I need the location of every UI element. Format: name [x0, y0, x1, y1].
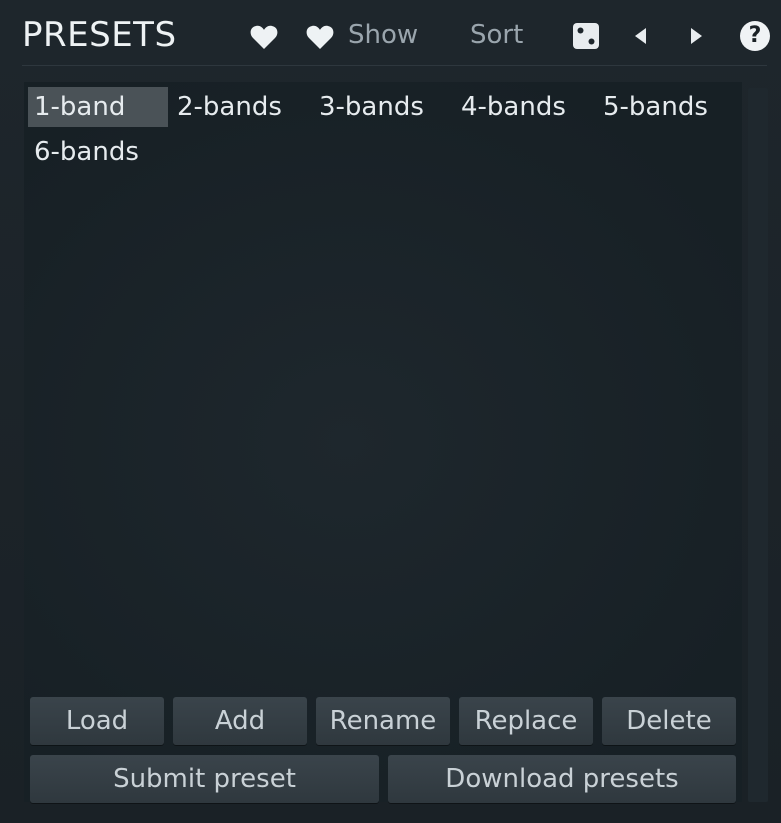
preset-list[interactable] [24, 82, 742, 802]
preset-list-scrollbar[interactable] [748, 88, 768, 802]
delete-button[interactable]: Delete [602, 697, 736, 745]
help-symbol: ? [748, 23, 762, 48]
preset-item-4-bands[interactable]: 4-bands [455, 87, 572, 127]
header-divider [22, 65, 767, 66]
download-presets-button[interactable]: Download presets [388, 755, 736, 803]
add-button[interactable]: Add [173, 697, 307, 745]
preset-item-2-bands[interactable]: 2-bands [171, 87, 288, 127]
show-favorites-button[interactable]: Show [304, 17, 424, 53]
panel-title: PRESETS [22, 15, 177, 55]
load-button[interactable]: Load [30, 697, 164, 745]
help-icon[interactable]: ? [740, 21, 770, 51]
triangle-left-icon[interactable] [633, 27, 647, 45]
heart-icon [306, 25, 334, 49]
heart-icon[interactable] [250, 24, 278, 50]
dice-icon[interactable] [572, 22, 600, 50]
replace-button[interactable]: Replace [459, 697, 593, 745]
preset-item-3-bands[interactable]: 3-bands [313, 87, 430, 127]
sort-button[interactable]: Sort [470, 17, 523, 53]
submit-preset-button[interactable]: Submit preset [30, 755, 379, 803]
preset-item-6-bands[interactable]: 6-bands [28, 132, 145, 172]
show-label: Show [348, 20, 419, 50]
preset-item-1-band[interactable]: 1-band [28, 87, 168, 127]
rename-button[interactable]: Rename [316, 697, 450, 745]
presets-panel: PRESETS Show Sort ? 1-band 2-bands 3-ban… [0, 0, 781, 823]
triangle-right-icon[interactable] [690, 27, 704, 45]
preset-item-5-bands[interactable]: 5-bands [597, 87, 714, 127]
